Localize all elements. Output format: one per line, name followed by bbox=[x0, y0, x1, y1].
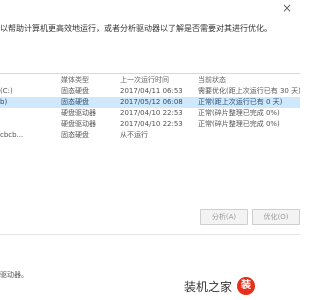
optimize-drives-window: × 以帮助计算机更高效地运行，或者分析驱动器以了解是否需要对其进行优化。 媒体类… bbox=[0, 0, 300, 300]
drive-name: b) bbox=[0, 98, 8, 106]
last-run-time: 2017/05/12 06:08 bbox=[120, 98, 183, 106]
watermark-logo-icon: 装 bbox=[237, 277, 256, 295]
table-row[interactable]: cbcb... 固态硬盘 从不运行 bbox=[0, 130, 300, 141]
media-type: 固态硬盘 bbox=[61, 87, 89, 95]
table-row[interactable]: 硬盘驱动器 2017/04/10 22:53 正常(碎片整理已完成 0%) bbox=[0, 108, 300, 119]
header-current-status: 当前状态 bbox=[198, 76, 226, 84]
media-type: 固态硬盘 bbox=[61, 131, 89, 139]
table-row[interactable]: (C:) 固态硬盘 2017/04/11 06:53 需要优化(距上次运行已有 … bbox=[0, 86, 300, 97]
last-run-time: 2017/04/11 06:53 bbox=[120, 87, 183, 95]
drive-name: (C:) bbox=[0, 87, 13, 95]
footer-text: 驱动器。 bbox=[0, 271, 28, 279]
media-type: 硬盘驱动器 bbox=[61, 109, 96, 117]
header-media-type: 媒体类型 bbox=[61, 76, 89, 84]
table-row[interactable]: 硬盘驱动器 2017/04/10 22:53 正常(碎片整理已完成 0%) bbox=[0, 119, 300, 130]
last-run-time: 2017/04/10 22:53 bbox=[120, 109, 183, 117]
description-text: 以帮助计算机更高效地运行，或者分析驱动器以了解是否需要对其进行优化。 bbox=[0, 24, 272, 33]
header-last-run: 上一次运行时间 bbox=[120, 76, 169, 84]
current-status: 正常(距上次运行已有 0 天) bbox=[198, 98, 283, 106]
watermark-text: 装机之家 bbox=[184, 279, 233, 294]
table-header: 媒体类型 上一次运行时间 当前状态 bbox=[0, 74, 300, 86]
last-run-time: 2017/04/10 22:53 bbox=[120, 120, 183, 128]
watermark: 装机之家 装 bbox=[184, 276, 296, 296]
close-icon[interactable]: × bbox=[282, 2, 292, 14]
media-type: 固态硬盘 bbox=[61, 98, 89, 106]
action-buttons: 分析(A) 优化(O) bbox=[0, 209, 300, 225]
current-status: 正常(碎片整理已完成 0%) bbox=[198, 120, 280, 128]
drives-table: 媒体类型 上一次运行时间 当前状态 (C:) 固态硬盘 2017/04/11 0… bbox=[0, 73, 300, 141]
current-status: 需要优化(距上次运行已有 30 天) bbox=[198, 87, 300, 95]
separator-line bbox=[0, 234, 300, 235]
current-status: 正常(碎片整理已完成 0%) bbox=[198, 109, 280, 117]
optimize-button[interactable]: 优化(O) bbox=[252, 209, 300, 225]
title-bar: × bbox=[0, 0, 300, 18]
drive-name: cbcb... bbox=[0, 131, 24, 139]
media-type: 硬盘驱动器 bbox=[61, 120, 96, 128]
table-row-selected[interactable]: b) 固态硬盘 2017/05/12 06:08 正常(距上次运行已有 0 天) bbox=[0, 97, 300, 108]
last-run-time: 从不运行 bbox=[120, 131, 148, 139]
analyze-button[interactable]: 分析(A) bbox=[200, 209, 248, 225]
